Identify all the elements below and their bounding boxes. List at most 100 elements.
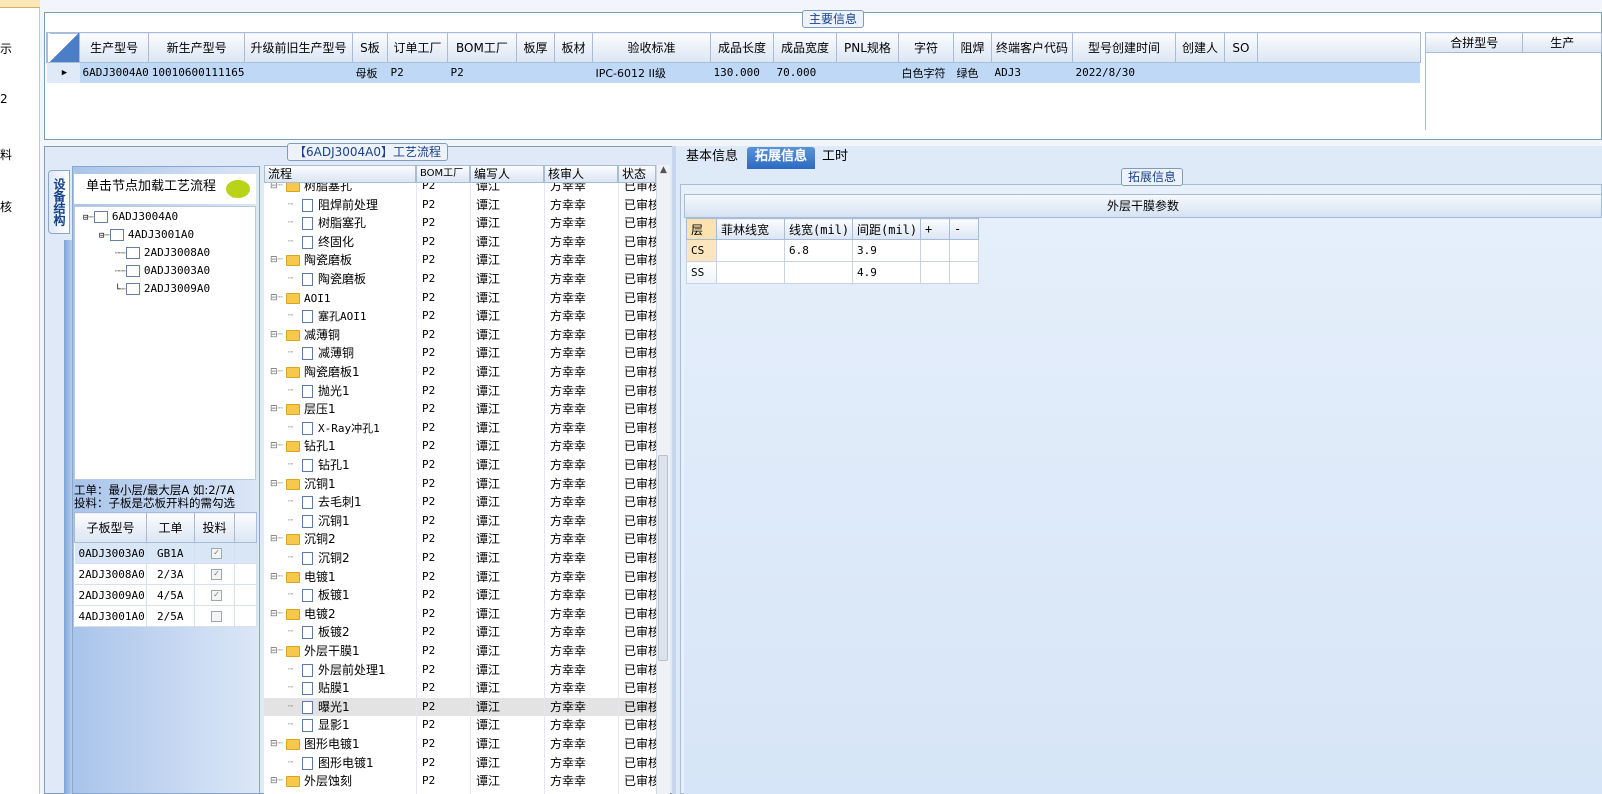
- feed-checkbox[interactable]: ✓: [211, 569, 222, 580]
- collapse-icon[interactable]: ⊟┈: [270, 251, 283, 269]
- feed-checkbox[interactable]: ✓: [211, 548, 222, 559]
- main-cell[interactable]: [836, 62, 899, 83]
- col-header-main[interactable]: S板: [351, 32, 388, 63]
- col-header-process[interactable]: 状态: [618, 165, 656, 183]
- grid-empty-cell[interactable]: [949, 239, 979, 262]
- col-header-main[interactable]: 验收标准: [591, 32, 711, 63]
- process-row[interactable]: ⊟┈ AOI1 P2 谭江 方幸幸 已审核: [264, 289, 656, 308]
- main-cell[interactable]: [1224, 62, 1258, 83]
- table-row[interactable]: 2ADJ3009A0 4/5A ✓: [74, 584, 257, 606]
- process-row[interactable]: ┈ 去毛刺1 P2 谭江 方幸幸 已审核: [264, 493, 656, 512]
- table-row[interactable]: CS 6.8 3.9: [686, 239, 979, 262]
- col-header-process[interactable]: 编写人: [470, 165, 544, 183]
- table-row[interactable]: 4ADJ3001A0 2/5A: [74, 605, 257, 627]
- process-row[interactable]: ┈ 沉铜1 P2 谭江 方幸幸 已审核: [264, 512, 656, 531]
- col-header-main[interactable]: BOM工厂: [446, 32, 517, 63]
- sub-model-cell[interactable]: 2ADJ3008A0: [74, 563, 147, 585]
- col-header-main[interactable]: 板材: [553, 32, 593, 63]
- nav-stub-3[interactable]: 料: [0, 146, 12, 163]
- col-header-main[interactable]: 型号创建时间: [1071, 32, 1176, 63]
- col-header-main[interactable]: PNL规格: [835, 32, 899, 63]
- process-row[interactable]: ┈ 陶瓷磨板 P2 谭江 方幸幸 已审核: [264, 270, 656, 289]
- main-cell[interactable]: 白色字符: [898, 62, 954, 83]
- nav-stub-1[interactable]: 示: [0, 40, 12, 57]
- col-header-main[interactable]: 成品宽度: [772, 32, 837, 63]
- col-header-main[interactable]: 成品长度: [709, 32, 774, 63]
- main-cell[interactable]: P2: [387, 62, 448, 83]
- grid-empty-cell[interactable]: [949, 261, 979, 284]
- collapse-icon[interactable]: ⊟┈: [270, 530, 283, 548]
- collapse-icon[interactable]: ⊟┈: [270, 772, 283, 790]
- sub-order-cell[interactable]: 2/3A: [146, 563, 195, 585]
- col-header-sub[interactable]: 工单: [146, 512, 195, 543]
- main-cell[interactable]: [516, 62, 555, 83]
- tab-work-hours[interactable]: 工时: [814, 147, 856, 169]
- sub-model-cell[interactable]: 0ADJ3003A0: [74, 542, 147, 564]
- table-row[interactable]: 2ADJ3008A0 2/3A ✓: [74, 563, 257, 585]
- process-row[interactable]: ┈ 图形电镀1 P2 谭江 方幸幸 已审核: [264, 754, 656, 773]
- grid-width-cell[interactable]: 6.8: [784, 239, 853, 262]
- process-row[interactable]: ┈ 终固化 P2 谭江 方幸幸 已审核: [264, 233, 656, 252]
- feed-checkbox[interactable]: ✓: [211, 590, 222, 601]
- main-cell[interactable]: ADJ3: [991, 62, 1073, 83]
- nav-stub-2[interactable]: 2: [0, 92, 8, 106]
- collapse-icon[interactable]: ⊟┈: [270, 642, 283, 660]
- col-header-merge-model[interactable]: 合拼型号: [1424, 32, 1524, 53]
- col-header-grid[interactable]: 间距(mil): [852, 218, 921, 240]
- main-cell[interactable]: P2: [447, 62, 517, 83]
- col-header-main[interactable]: 新生产型号: [148, 32, 245, 63]
- process-row[interactable]: ┈ 外层前处理1 P2 谭江 方幸幸 已审核: [264, 661, 656, 680]
- col-header-sub[interactable]: 子板型号: [74, 512, 147, 543]
- col-header-main[interactable]: 订单工厂: [386, 32, 448, 63]
- process-row[interactable]: ┈ X-Ray冲孔1 P2 谭江 方幸幸 已审核: [264, 419, 656, 438]
- col-header-main[interactable]: SO: [1223, 32, 1258, 63]
- vtab-device-structure[interactable]: 设备结构: [48, 170, 70, 234]
- grid-layer-cell[interactable]: CS: [686, 239, 717, 262]
- table-row[interactable]: SS 4.9: [686, 261, 979, 284]
- process-row[interactable]: ⊟┈ 沉铜2 P2 谭江 方幸幸 已审核: [264, 530, 656, 549]
- process-row[interactable]: ⊟┈ 图形电镀1 P2 谭江 方幸幸 已审核: [264, 735, 656, 754]
- col-header-grid[interactable]: 菲林线宽: [716, 218, 785, 240]
- grid-spacing-cell[interactable]: 4.9: [852, 261, 921, 284]
- collapse-icon[interactable]: ⊟┈: [270, 568, 283, 586]
- col-header-main[interactable]: 升级前旧生产型号: [243, 32, 353, 63]
- col-header-main[interactable]: 字符: [897, 32, 954, 63]
- nav-stub-4[interactable]: 核: [0, 198, 12, 215]
- process-row[interactable]: ⊟┈ 钻孔1 P2 谭江 方幸幸 已审核: [264, 437, 656, 456]
- tree-node-leaf[interactable]: ┈┈ 2ADJ3008A0: [115, 245, 210, 261]
- tree-node-leaf[interactable]: ┈┈ 0ADJ3003A0: [115, 263, 210, 279]
- col-header-process[interactable]: 核审人: [544, 165, 618, 183]
- process-row[interactable]: ┈ 板镀1 P2 谭江 方幸幸 已审核: [264, 586, 656, 605]
- collapse-icon[interactable]: ⊟┈: [270, 289, 283, 307]
- main-cell[interactable]: [554, 62, 593, 83]
- collapse-icon[interactable]: ⊟┈: [270, 735, 283, 753]
- main-cell[interactable]: 6ADJ3004A0: [79, 62, 149, 83]
- process-row[interactable]: ┈ 树脂塞孔 P2 谭江 方幸幸 已审核: [264, 214, 656, 233]
- sub-order-cell[interactable]: 4/5A: [146, 584, 195, 606]
- col-header-grid[interactable]: 线宽(mil): [784, 218, 853, 240]
- process-row[interactable]: ⊟┈ 树脂塞孔 P2 谭江 方幸幸 已审核: [264, 183, 656, 196]
- process-row[interactable]: ┈ 曝光1 P2 谭江 方幸幸 已审核: [264, 697, 656, 717]
- col-header-main[interactable]: 创建人: [1174, 32, 1225, 63]
- process-row[interactable]: ⊟┈ 电镀2 P2 谭江 方幸幸 已审核: [264, 605, 656, 624]
- table-row[interactable]: 0ADJ3003A0 GB1A ✓: [74, 542, 257, 564]
- tree-node-leaf[interactable]: └┈ 2ADJ3009A0: [115, 281, 210, 297]
- sub-model-cell[interactable]: 4ADJ3001A0: [74, 605, 147, 627]
- grid-width-cell[interactable]: [784, 261, 853, 284]
- process-row[interactable]: ┈ 塞孔AOI1 P2 谭江 方幸幸 已审核: [264, 307, 656, 326]
- process-row[interactable]: ┈ 沉铜2 P2 谭江 方幸幸 已审核: [264, 549, 656, 568]
- collapse-icon[interactable]: ⊟┈: [270, 605, 283, 623]
- sub-model-cell[interactable]: 2ADJ3009A0: [74, 584, 147, 606]
- process-row[interactable]: ┈ 钻孔1 P2 谭江 方幸幸 已审核: [264, 456, 656, 475]
- process-row[interactable]: ⊟┈ 电镀1 P2 谭江 方幸幸 已审核: [264, 568, 656, 587]
- row-indicator-icon[interactable]: ▶: [46, 62, 80, 83]
- process-row[interactable]: ⊟┈ 层压1 P2 谭江 方幸幸 已审核: [264, 400, 656, 419]
- col-header-main[interactable]: 生产型号: [78, 32, 150, 63]
- col-header-main[interactable]: 终端客户代码: [990, 32, 1073, 63]
- col-header-sub[interactable]: 投料: [194, 512, 235, 543]
- process-row[interactable]: ⊟┈ 外层干膜1 P2 谭江 方幸幸 已审核: [264, 642, 656, 661]
- collapse-icon[interactable]: ⊟┈: [270, 183, 283, 195]
- process-row[interactable]: ┈ 贴膜1 P2 谭江 方幸幸 已审核: [264, 679, 656, 698]
- main-cell[interactable]: 10010600111165: [148, 62, 245, 83]
- scrollbar-thumb[interactable]: [658, 455, 668, 661]
